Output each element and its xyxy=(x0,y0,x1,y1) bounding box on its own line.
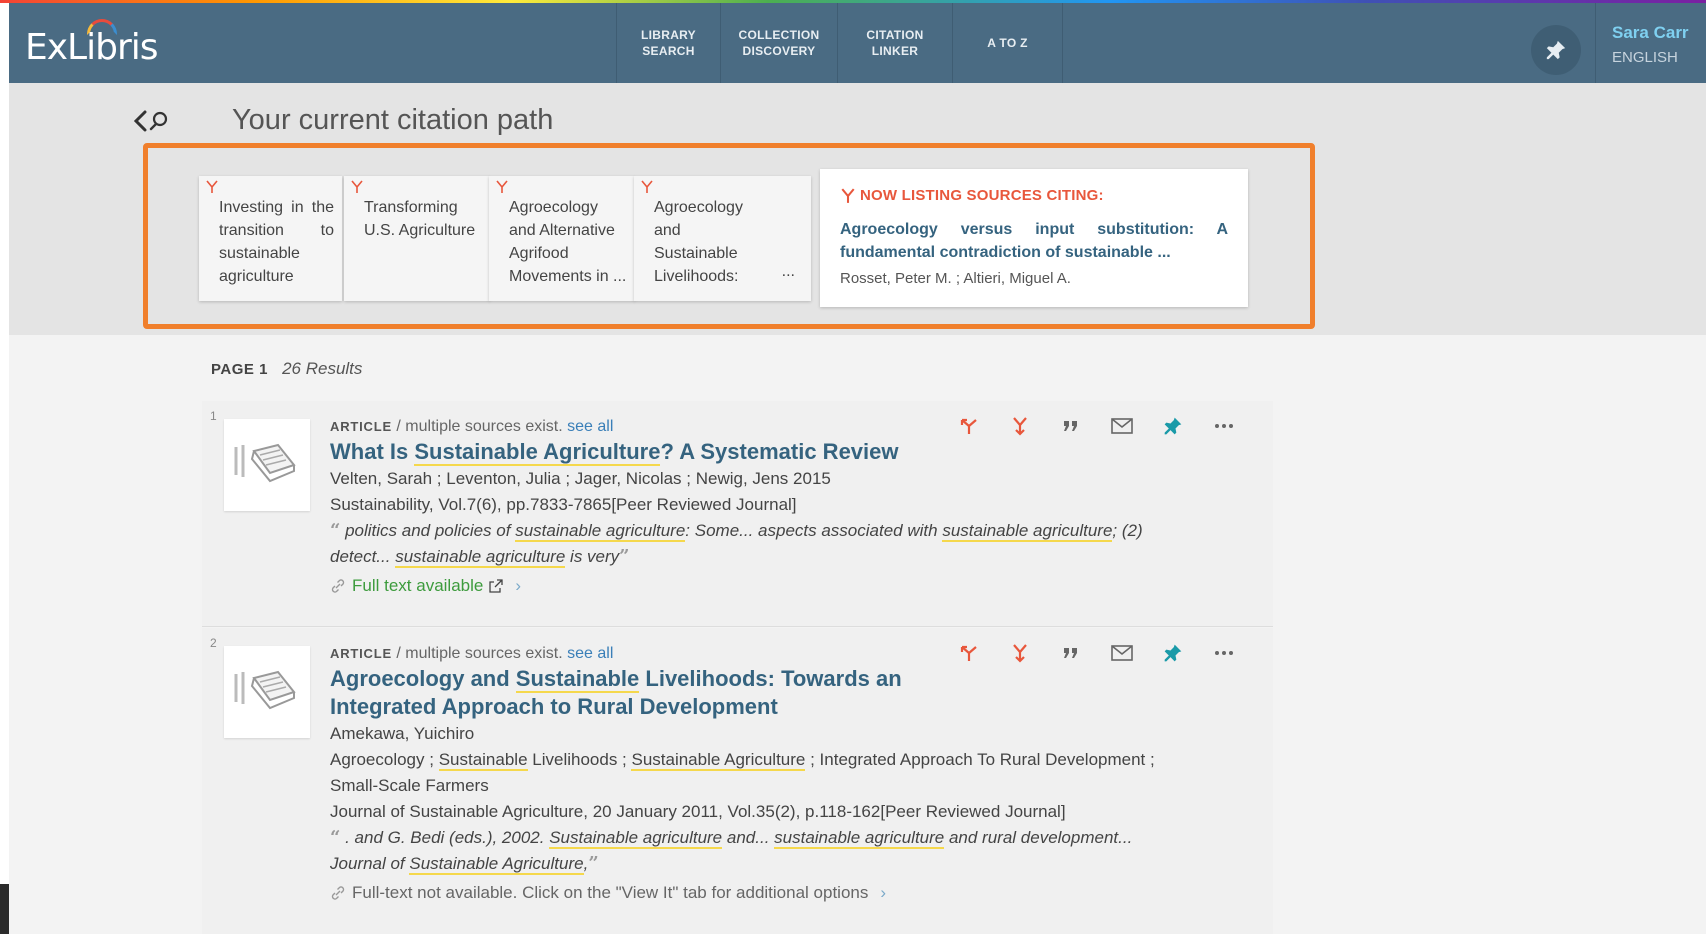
back-search-icon xyxy=(133,110,168,132)
result-title[interactable]: What Is Sustainable Agriculture? A Syste… xyxy=(330,438,1203,466)
citation-path-card-3[interactable]: Agroecology and Alternative Agrifood Mov… xyxy=(489,176,635,301)
link-icon xyxy=(331,579,345,593)
now-listing-authors: Rosset, Peter M. ; Altieri, Miguel A. xyxy=(840,270,1071,287)
availability-link[interactable]: Full-text not available. Click on the "V… xyxy=(330,883,1203,903)
citation-path-card-2[interactable]: Transforming U.S. Agriculture xyxy=(344,176,490,301)
result-type: ARTICLE xyxy=(330,419,392,434)
logo-arc-icon xyxy=(87,19,117,35)
cited-by-icon xyxy=(841,187,855,203)
main-nav: LIBRARY SEARCH COLLECTION DISCOVERY CITATI… xyxy=(616,3,1063,83)
result-authors: Amekawa, Yuichiro xyxy=(330,724,475,743)
result-snippet: “ politics and policies of sustainable a… xyxy=(330,520,1143,568)
cited-by-icon xyxy=(206,180,218,193)
result-title[interactable]: Agroecology and Sustainable Livelihoods:… xyxy=(330,665,970,721)
result-number: 1 xyxy=(210,409,217,423)
more-actions-button[interactable] xyxy=(1198,413,1249,439)
result-number: 2 xyxy=(210,636,217,650)
external-link-icon xyxy=(489,579,503,593)
open-quote-icon: “ xyxy=(330,520,341,541)
result-subjects: Agroecology ; Sustainable Livelihoods ; … xyxy=(330,750,1155,795)
cited-by-icon xyxy=(496,180,508,193)
article-thumbnail[interactable] xyxy=(224,419,310,511)
see-all-link[interactable]: see all xyxy=(567,645,613,662)
result-item[interactable]: 2 ARTICLE / multiple sources exist. see … xyxy=(202,628,1273,934)
open-quote-icon: “ xyxy=(330,827,341,848)
more-icon xyxy=(1214,651,1233,655)
left-edge xyxy=(0,3,9,934)
language-selector[interactable]: ENGLISH xyxy=(1612,49,1706,66)
more-icon xyxy=(1214,424,1233,428)
now-listing-heading: NOW LISTING SOURCES CITING: xyxy=(840,187,1228,204)
nav-citation-linker[interactable]: CITATION LINKER xyxy=(837,3,952,83)
user-name[interactable]: Sara Carr xyxy=(1612,23,1706,43)
pin-icon xyxy=(1546,40,1566,60)
cited-by-icon xyxy=(641,180,653,193)
result-item[interactable]: 1 ARTICLE / multiple sources exist. see … xyxy=(202,401,1273,627)
card-ellipsis: ... xyxy=(781,263,795,280)
page-label: PAGE 1 xyxy=(211,361,268,378)
results-count: 26 Results xyxy=(282,359,363,378)
close-quote-icon: ” xyxy=(588,853,599,874)
result-source: Sustainability, Vol.7(6), pp.7833-7865[P… xyxy=(330,495,797,514)
results-page-info: PAGE 1 26 Results xyxy=(211,359,362,379)
more-actions-button[interactable] xyxy=(1198,640,1249,666)
citation-path-title: Your current citation path xyxy=(232,104,554,136)
result-type-line: ARTICLE / multiple sources exist. see al… xyxy=(330,645,614,662)
citation-path-card-4[interactable]: Agroecology and Sustainable Livelihoods:… xyxy=(634,176,811,301)
pinned-items-button[interactable] xyxy=(1531,25,1581,75)
corner-tab xyxy=(0,884,9,934)
now-listing-card: NOW LISTING SOURCES CITING: Agroecology … xyxy=(820,169,1248,307)
back-to-search-button[interactable] xyxy=(133,108,173,136)
citation-path-card-1[interactable]: Investing in the transition to sustainab… xyxy=(199,176,342,301)
now-listing-title[interactable]: Agroecology versus input substitution: A… xyxy=(840,218,1228,264)
result-type: ARTICLE xyxy=(330,646,392,661)
nav-a-to-z[interactable]: A TO Z xyxy=(952,3,1063,83)
result-snippet: “ . and G. Bedi (eds.), 2002. Sustainabl… xyxy=(330,827,1133,875)
result-authors: Velten, Sarah ; Leventon, Julia ; Jager,… xyxy=(330,469,831,488)
close-quote-icon: ” xyxy=(619,546,630,567)
availability-link[interactable]: Full text available › xyxy=(330,576,1203,596)
link-icon xyxy=(331,886,345,900)
result-type-line: ARTICLE / multiple sources exist. see al… xyxy=(330,418,614,435)
chevron-right-icon: › xyxy=(515,576,522,595)
result-source: Journal of Sustainable Agriculture, 20 J… xyxy=(330,802,1066,821)
exlibris-logo[interactable]: ExLibris xyxy=(25,19,159,68)
see-all-link[interactable]: see all xyxy=(567,418,613,435)
top-bar: ExLibris LIBRARY SEARCH COLLECTION DISCOVE… xyxy=(9,3,1706,83)
nav-library-search[interactable]: LIBRARY SEARCH xyxy=(616,3,720,83)
article-thumbnail[interactable] xyxy=(224,646,310,738)
article-icon xyxy=(234,670,296,710)
article-icon xyxy=(234,443,296,483)
cited-by-icon xyxy=(351,180,363,193)
user-menu[interactable]: Sara Carr ENGLISH xyxy=(1595,3,1706,83)
chevron-right-icon: › xyxy=(880,883,887,902)
nav-collection-discovery[interactable]: COLLECTION DISCOVERY xyxy=(720,3,837,83)
